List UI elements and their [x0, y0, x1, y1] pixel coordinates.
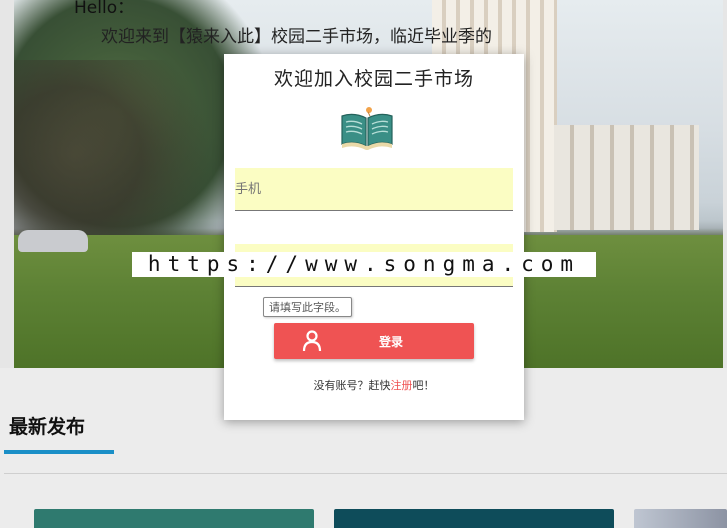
hero-trees-trunks — [14, 60, 214, 250]
book-icon — [341, 107, 393, 150]
product-card[interactable] — [634, 509, 727, 528]
phone-input[interactable] — [235, 168, 513, 210]
register-prefix: 没有账号？赶快 — [313, 379, 391, 392]
register-prompt: 没有账号？赶快注册吧！ — [224, 377, 524, 393]
login-button-label: 登录 — [378, 335, 403, 349]
register-suffix: 吧！ — [412, 379, 435, 392]
section-divider — [4, 473, 727, 474]
login-modal: 欢迎加入校园二手市场 请填写此字段。 登录 没有账号？赶快注册吧！ — [224, 54, 524, 420]
login-button[interactable]: 登录 — [274, 323, 474, 359]
hero-hello-text: Hello： — [74, 0, 135, 18]
section-underline — [4, 450, 114, 454]
validation-tooltip: 请填写此字段。 — [263, 297, 352, 317]
register-link[interactable]: 注册 — [391, 379, 413, 392]
phone-field[interactable] — [235, 168, 513, 211]
right-margin — [723, 0, 727, 368]
hero-car — [18, 230, 88, 252]
left-margin — [0, 0, 14, 368]
modal-title: 欢迎加入校园二手市场 — [273, 68, 474, 90]
section-title: 最新发布 — [9, 416, 86, 438]
hero-building-low — [554, 125, 699, 230]
watermark-url: https://www.songma.com — [132, 252, 596, 277]
hero-welcome-text: 欢迎来到【猿来入此】校园二手市场，临近毕业季的 — [101, 27, 492, 47]
product-card[interactable] — [34, 509, 314, 528]
product-card[interactable] — [334, 509, 614, 528]
